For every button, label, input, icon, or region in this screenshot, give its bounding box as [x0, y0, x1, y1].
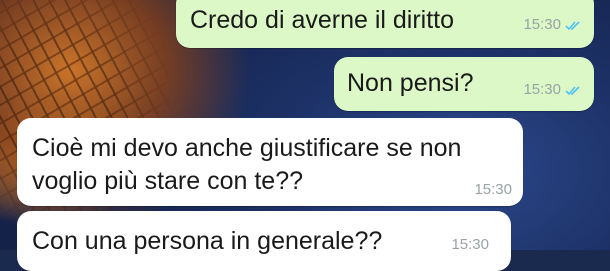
message-text: Non pensi? — [347, 69, 474, 97]
message-text: Con una persona in generale?? — [32, 227, 383, 255]
message-text: Cioè mi devo anche giustificare se non v… — [32, 134, 462, 195]
double-check-icon — [565, 85, 582, 96]
double-check-icon — [565, 20, 582, 31]
message-meta: 15:30 — [523, 82, 582, 98]
message-bubble-incoming[interactable]: Cioè mi devo anche giustificare se non v… — [17, 118, 523, 206]
message-bubble-outgoing[interactable]: Non pensi? 15:30 — [334, 57, 594, 111]
message-meta: 15:30 — [523, 17, 582, 33]
message-bubble-outgoing[interactable]: Credo di averne il diritto 15:30 — [176, 0, 594, 48]
message-time: 15:30 — [474, 181, 512, 198]
message-time: 15:30 — [451, 236, 489, 253]
message-meta: 15:30 — [451, 237, 489, 253]
message-bubble-incoming[interactable]: Con una persona in generale?? 15:30 — [17, 211, 511, 271]
message-meta: 15:30 — [474, 182, 512, 198]
message-time: 15:30 — [523, 81, 561, 98]
message-time: 15:30 — [523, 16, 561, 33]
message-text: Credo di averne il diritto — [190, 6, 455, 34]
